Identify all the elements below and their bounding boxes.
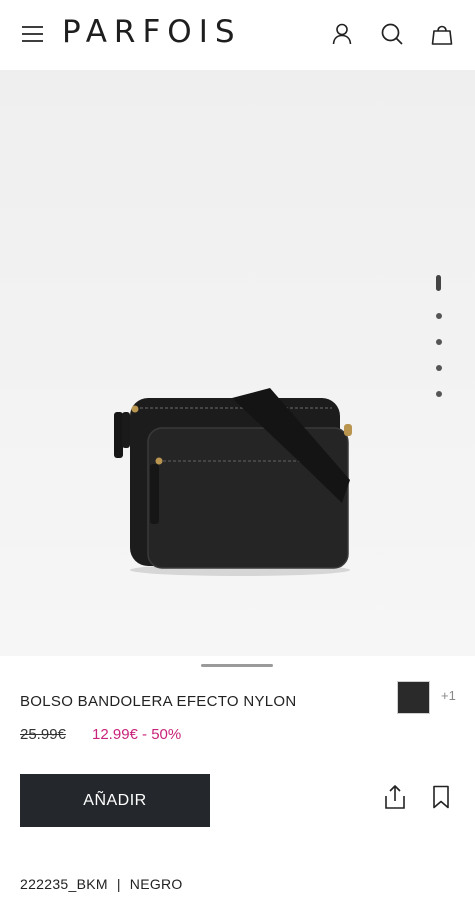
reference-separator: | [116,876,121,892]
menu-icon[interactable] [22,25,44,43]
search-icon[interactable] [380,22,404,46]
gallery-dot-active[interactable] [436,275,441,291]
color-swatch[interactable] [397,681,430,714]
gallery-dot[interactable] [436,365,442,371]
bag-icon[interactable] [430,22,454,46]
user-icon[interactable] [330,22,354,46]
original-price: 25.99€ [20,726,66,743]
gallery-dot[interactable] [436,313,442,319]
gallery-dot[interactable] [436,391,442,397]
gallery-dot[interactable] [436,339,442,345]
product-title: BOLSO BANDOLERA EFECTO NYLON [20,693,297,710]
add-to-cart-button[interactable]: AÑADIR [20,774,210,827]
bookmark-icon[interactable] [432,785,450,809]
color-name: NEGRO [129,876,183,892]
sale-price: 12.99€ - 50% [92,726,182,743]
product-image [114,388,352,576]
more-colors-count[interactable]: +1 [441,688,456,703]
product-reference: 222235_BKM | NEGRO [20,876,183,892]
brand-logo[interactable]: PARFOIS [62,14,242,50]
share-icon[interactable] [383,784,407,810]
product-gallery[interactable] [0,70,475,656]
sheet-handle[interactable] [201,664,273,667]
reference-code: 222235_BKM [20,876,108,892]
site-header: PARFOIS [0,0,475,70]
